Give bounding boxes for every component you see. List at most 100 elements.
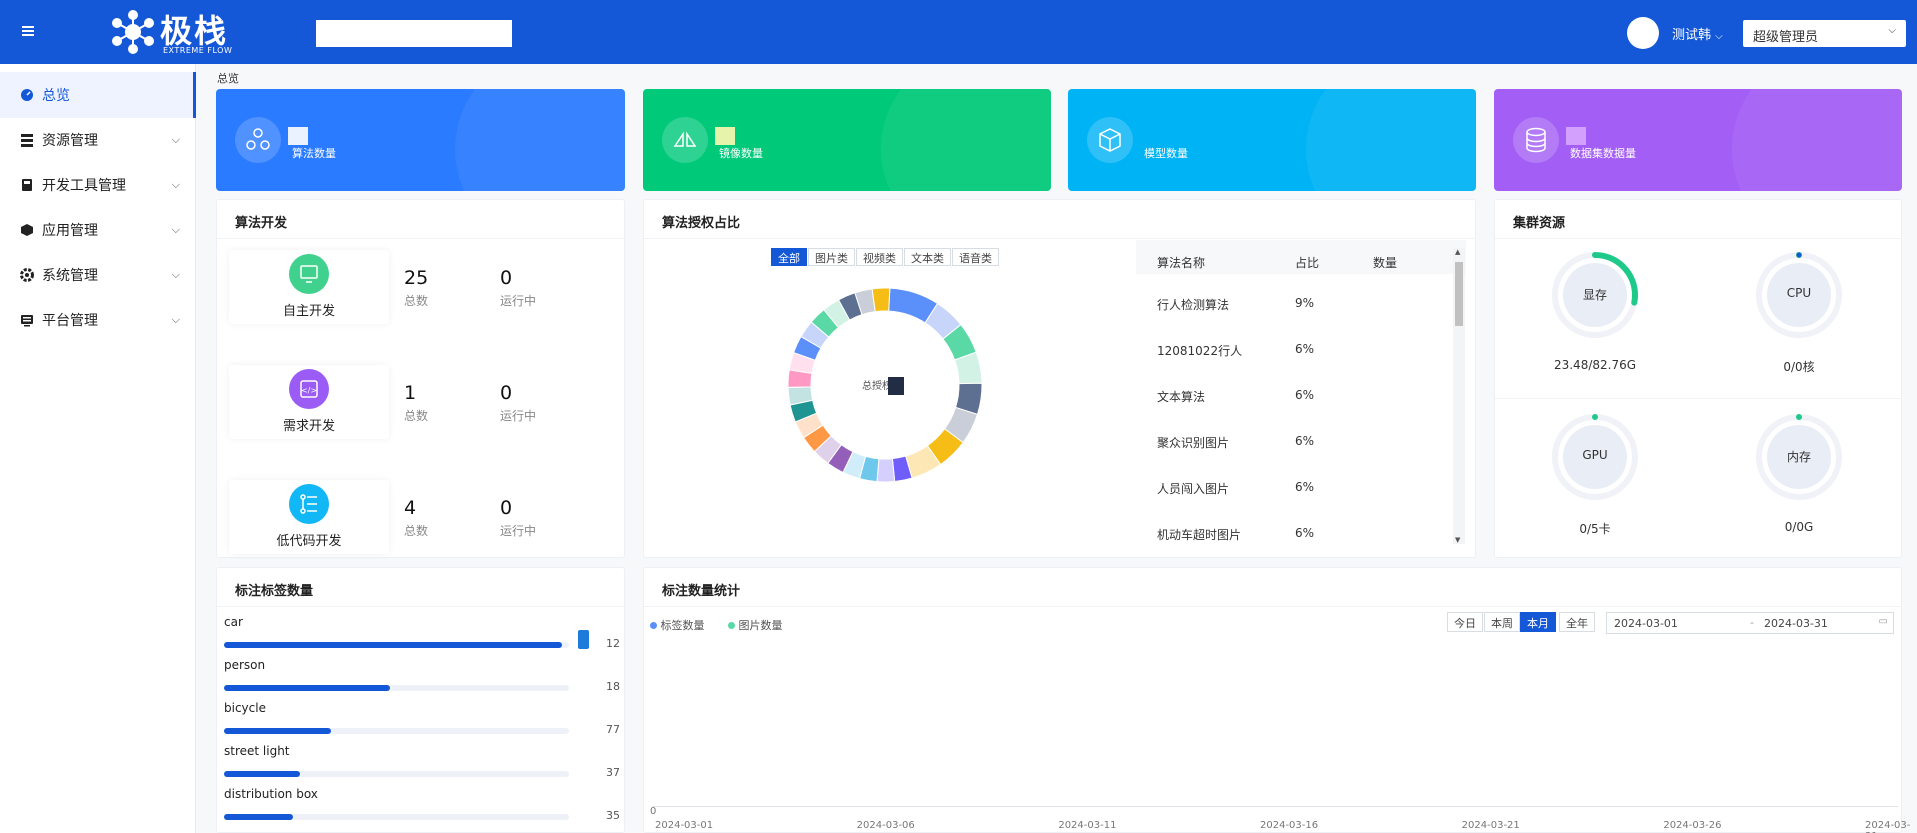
x-tick-label: 2024-03-06 bbox=[856, 820, 915, 831]
sidebar-item-system[interactable]: 系统管理 ⌵ bbox=[20, 252, 190, 298]
user-menu[interactable]: 测试韩 ⌵ bbox=[1672, 24, 1723, 43]
ring-center-label: CPU bbox=[1786, 286, 1812, 300]
ring-value: 0/0G bbox=[1784, 520, 1814, 534]
date-range-picker[interactable]: 2024-03-01 - 2024-03-31 ▭ bbox=[1606, 612, 1894, 634]
donut-center-label: 总授权 bbox=[862, 377, 904, 395]
range-year[interactable]: 全年 bbox=[1559, 612, 1595, 632]
dev-item-self[interactable]: 自主开发 bbox=[229, 250, 389, 324]
ring-center-label: GPU bbox=[1582, 448, 1608, 462]
svg-text:</>: </> bbox=[301, 386, 317, 395]
divider bbox=[644, 238, 1475, 239]
sidebar-item-label: 应用管理 bbox=[42, 223, 98, 239]
cluster-ring: CPU bbox=[1754, 250, 1844, 340]
chart-legend-labels[interactable]: 标签数量 bbox=[650, 617, 705, 633]
stat-card-images[interactable]: 镜像数量 bbox=[643, 89, 1051, 191]
dev-total: 4 bbox=[404, 497, 417, 519]
table-header-name: 算法名称 bbox=[1157, 256, 1206, 270]
header-search-input[interactable] bbox=[316, 20, 512, 47]
stat-card-models[interactable]: 模型数量 bbox=[1068, 89, 1476, 191]
stat-value-placeholder bbox=[288, 127, 308, 145]
tag-bar-track bbox=[224, 642, 569, 648]
dev-item-request[interactable]: </> 需求开发 bbox=[229, 365, 389, 439]
dev-running: 0 bbox=[500, 267, 513, 289]
stat-card-datasets[interactable]: 数据集数据量 bbox=[1494, 89, 1902, 191]
range-month[interactable]: 本月 bbox=[1520, 612, 1556, 632]
tab-video[interactable]: 视频类 bbox=[856, 248, 903, 266]
algo-dev-card: 算法开发 自主开发 25 总数 0 运行中 </> 需求开发 1 总数 0 运行… bbox=[216, 199, 625, 558]
code-icon: </> bbox=[289, 369, 329, 409]
card-title: 算法开发 bbox=[235, 216, 288, 231]
scrollbar-thumb[interactable] bbox=[1455, 262, 1463, 326]
table-header-count: 数量 bbox=[1373, 256, 1398, 270]
tag-bar-fill bbox=[224, 814, 293, 820]
role-select-value: 超级管理员 bbox=[1753, 30, 1819, 45]
sidebar-item-platform[interactable]: 平台管理 ⌵ bbox=[20, 297, 190, 343]
tag-value: 77 bbox=[606, 723, 620, 736]
app-icon bbox=[20, 223, 34, 237]
card-decoration bbox=[1732, 89, 1902, 191]
database-icon bbox=[1513, 117, 1559, 163]
scroll-down-icon[interactable]: ▼ bbox=[1455, 536, 1460, 544]
sidebar-item-resources[interactable]: 资源管理 ⌵ bbox=[20, 117, 190, 163]
legend-dot bbox=[728, 622, 735, 629]
chart-legend-images[interactable]: 图片数量 bbox=[728, 617, 783, 633]
ring-center-label: 显存 bbox=[1582, 288, 1607, 302]
date-separator: - bbox=[1750, 616, 1754, 629]
tag-bar-fill bbox=[224, 728, 331, 734]
tag-label: person bbox=[224, 658, 266, 672]
range-today[interactable]: 今日 bbox=[1447, 612, 1483, 632]
dev-item-lowcode[interactable]: 低代码开发 bbox=[229, 480, 389, 554]
ring-center-label: 内存 bbox=[1786, 450, 1811, 464]
sidebar-item-overview[interactable]: 总览 bbox=[20, 72, 190, 118]
algorithm-icon bbox=[235, 117, 281, 163]
chevron-down-icon: ⌵ bbox=[171, 223, 180, 236]
divider bbox=[217, 606, 624, 607]
scrollbar[interactable]: ▲ ▼ bbox=[1453, 248, 1465, 544]
mirror-icon bbox=[662, 117, 708, 163]
y-tick-label: 0 bbox=[650, 806, 657, 817]
donut-slice[interactable] bbox=[871, 287, 891, 313]
donut-center-value-placeholder bbox=[888, 377, 904, 395]
calendar-icon[interactable]: ▭ bbox=[1879, 616, 1888, 627]
auth-row-name: 12081022行人 bbox=[1157, 344, 1243, 358]
ring-value: 23.48/82.76G bbox=[1553, 358, 1637, 372]
sidebar-item-apps[interactable]: 应用管理 ⌵ bbox=[20, 207, 190, 253]
sidebar: 总览 资源管理 ⌵ 开发工具管理 ⌵ 应用管理 ⌵ 系统管理 ⌵ 平台管理 ⌵ bbox=[0, 64, 196, 833]
monitor-icon bbox=[289, 254, 329, 294]
sidebar-item-label: 总览 bbox=[42, 88, 70, 104]
date-end[interactable]: 2024-03-31 bbox=[1764, 617, 1828, 630]
logo-icon bbox=[112, 10, 154, 54]
role-select[interactable]: 超级管理员 ⌵ bbox=[1743, 20, 1906, 47]
scroll-up-icon[interactable]: ▲ bbox=[1455, 248, 1460, 256]
dev-item-label: 自主开发 bbox=[282, 304, 335, 319]
sidebar-item-devtools[interactable]: 开发工具管理 ⌵ bbox=[20, 162, 190, 208]
range-week[interactable]: 本周 bbox=[1484, 612, 1520, 632]
tag-bar-track bbox=[224, 685, 569, 691]
flow-icon bbox=[289, 484, 329, 524]
tab-all[interactable]: 全部 bbox=[771, 248, 807, 266]
tag-label: distribution box bbox=[224, 787, 318, 801]
resource-icon bbox=[20, 133, 34, 147]
donut-slice[interactable] bbox=[876, 458, 896, 483]
tab-voice[interactable]: 语音类 bbox=[952, 248, 999, 266]
tab-text[interactable]: 文本类 bbox=[904, 248, 951, 266]
stat-label: 模型数量 bbox=[1144, 147, 1188, 160]
stat-card-algorithms[interactable]: 算法数量 bbox=[216, 89, 625, 191]
avatar[interactable] bbox=[1627, 17, 1659, 49]
tag-label: bicycle bbox=[224, 701, 266, 715]
gear-icon bbox=[20, 268, 34, 282]
tab-image[interactable]: 图片类 bbox=[808, 248, 855, 266]
cube-icon bbox=[1087, 117, 1133, 163]
chevron-down-icon: ⌵ bbox=[171, 313, 180, 326]
date-start[interactable]: 2024-03-01 bbox=[1614, 617, 1678, 630]
ring-value: 0/0核 bbox=[1783, 360, 1815, 374]
tag-bar-track bbox=[224, 771, 569, 777]
table-header-pct: 占比 bbox=[1295, 256, 1320, 270]
x-tick-label: 2024-03-31 bbox=[1865, 820, 1911, 833]
chevron-down-icon: ⌵ bbox=[171, 133, 180, 146]
auth-row-pct: 9% bbox=[1295, 296, 1315, 310]
tag-value: 35 bbox=[606, 809, 620, 822]
dev-total: 1 bbox=[404, 382, 417, 404]
tag-bar-fill bbox=[224, 771, 300, 777]
menu-toggle-icon[interactable] bbox=[22, 26, 34, 36]
